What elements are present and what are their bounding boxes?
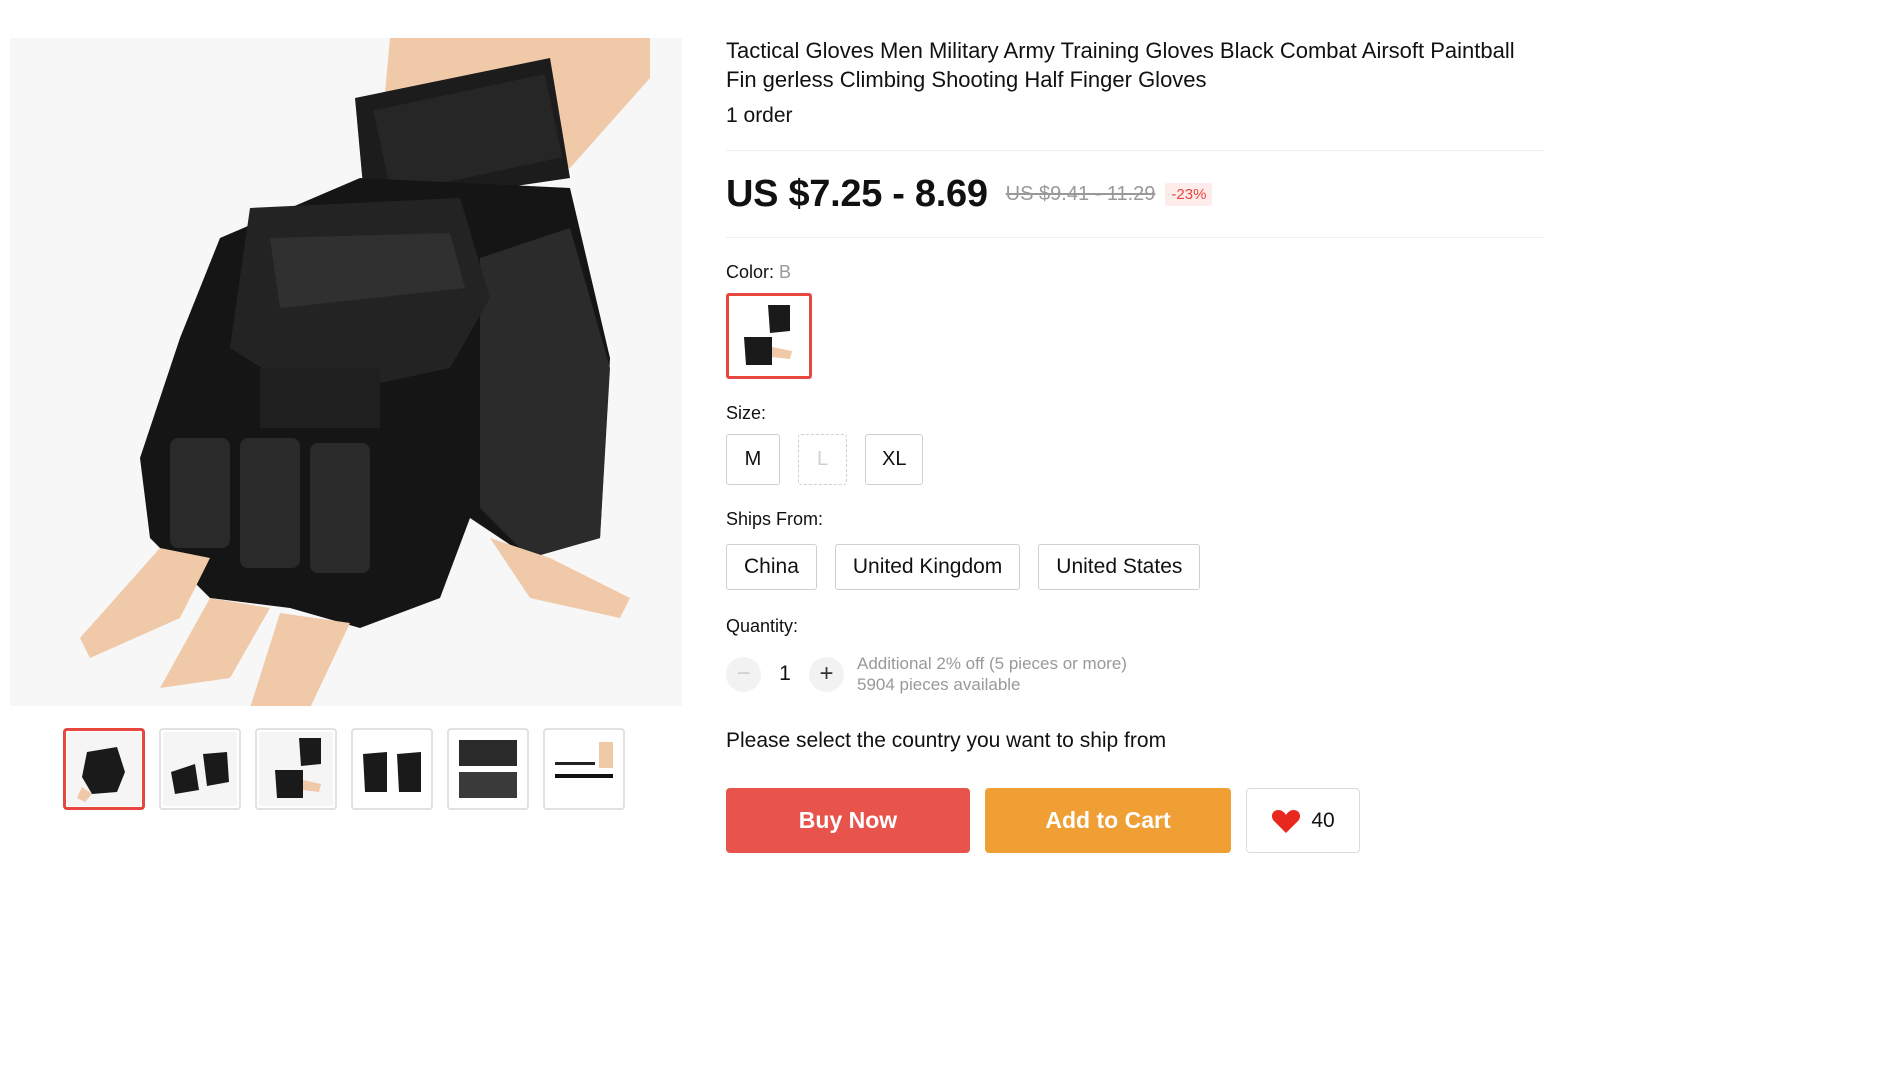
product-title: Tactical Gloves Men Military Army Traini… — [726, 38, 1515, 92]
order-count: 1 order — [726, 104, 793, 127]
ship-country-prompt: Please select the country you want to sh… — [726, 729, 1167, 752]
ships-from-options: China United Kingdom United States — [726, 544, 1870, 590]
ship-option-china[interactable]: China — [726, 544, 817, 590]
buy-now-button[interactable]: Buy Now — [726, 788, 970, 853]
bulk-discount-note: Additional 2% off (5 pieces or more) — [857, 654, 1127, 673]
original-price: US $9.41 - 11.29 — [1005, 182, 1156, 205]
ships-from-label: Ships From: — [726, 509, 824, 529]
size-option-m[interactable]: M — [726, 434, 780, 485]
current-price: US $7.25 - 8.69 — [726, 172, 988, 215]
wishlist-button[interactable]: 40 — [1246, 788, 1360, 853]
quantity-label: Quantity: — [726, 616, 799, 636]
glove-photo — [10, 38, 682, 706]
product-info: Tactical Gloves Men Military Army Traini… — [726, 36, 1870, 853]
discount-badge: -23% — [1165, 182, 1213, 206]
quantity-value[interactable]: 1 — [761, 662, 809, 686]
stock-available: 5904 pieces available — [857, 675, 1021, 694]
ship-option-united-states[interactable]: United States — [1038, 544, 1201, 590]
size-option-l: L — [798, 434, 847, 485]
quantity-stepper: − 1 + Additional 2% off (5 pieces or mor… — [726, 653, 1870, 695]
size-options: M L XL — [726, 434, 1870, 485]
main-product-image[interactable] — [10, 38, 682, 706]
thumbnail-6[interactable] — [543, 728, 625, 810]
quantity-info: Additional 2% off (5 pieces or more) 590… — [857, 653, 1127, 695]
thumbnail-2[interactable] — [159, 728, 241, 810]
thumbnail-1[interactable] — [63, 728, 145, 810]
wishlist-count: 40 — [1311, 808, 1335, 832]
thumbnail-3[interactable] — [255, 728, 337, 810]
price-row: US $7.25 - 8.69 US $9.41 - 11.29 -23% — [726, 151, 1870, 237]
add-to-cart-button[interactable]: Add to Cart — [985, 788, 1231, 853]
color-label: Color: B — [726, 262, 792, 282]
selected-color: B — [779, 262, 792, 282]
ship-option-united-kingdom[interactable]: United Kingdom — [834, 544, 1021, 590]
color-option-b[interactable] — [726, 293, 812, 379]
color-swatch-image — [732, 299, 806, 373]
action-buttons: Buy Now Add to Cart 40 — [726, 788, 1870, 853]
thumbnail-strip — [63, 728, 625, 810]
size-label: Size: — [726, 403, 767, 423]
decrease-quantity-button[interactable]: − — [726, 656, 761, 692]
divider — [726, 237, 1544, 238]
increase-quantity-button[interactable]: + — [809, 656, 844, 692]
heart-icon — [1272, 809, 1301, 833]
size-option-xl[interactable]: XL — [865, 434, 924, 485]
thumbnail-5[interactable] — [447, 728, 529, 810]
thumbnail-4[interactable] — [351, 728, 433, 810]
